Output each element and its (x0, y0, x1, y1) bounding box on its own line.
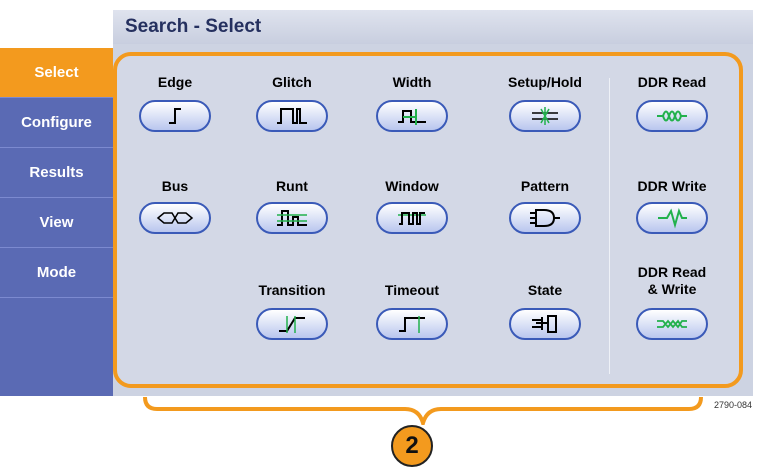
state-button[interactable] (509, 308, 581, 340)
title-bar: Search - Select (113, 10, 753, 45)
window-icon (398, 212, 426, 225)
search-type-ddr-write: DDR Write (617, 178, 727, 248)
search-type-timeout: Timeout (357, 282, 467, 352)
ddr-read-write-icon (657, 319, 687, 329)
search-type-glitch: Glitch (237, 74, 347, 144)
glitch-label: Glitch (272, 74, 312, 90)
sidebar-item-label: Select (34, 64, 79, 81)
ddr-read-icon (657, 110, 687, 122)
sidebar-item-label: View (39, 214, 74, 231)
column-divider (609, 78, 610, 374)
ddr-write-icon (658, 208, 687, 229)
edge-label: Edge (157, 74, 193, 90)
search-type-ddr-read-write: DDR Read & Write (617, 264, 727, 340)
search-type-window: Window (357, 178, 467, 248)
search-type-group: Edge Glitch Width Setup/Hold DDR Read Bu… (113, 52, 743, 388)
callout-number: 2 (391, 425, 433, 467)
sidebar-item-results[interactable]: Results (0, 148, 113, 198)
bus-label: Bus (161, 178, 189, 194)
runt-label: Runt (276, 178, 308, 194)
search-type-transition: Transition (237, 282, 347, 352)
sidebar-item-label: Mode (36, 264, 77, 281)
state-icon (532, 315, 557, 333)
pattern-button[interactable] (509, 202, 581, 234)
timeout-label: Timeout (384, 282, 440, 298)
ddr-write-label: DDR Write (637, 178, 707, 194)
ddr-read-write-button[interactable] (636, 308, 708, 340)
transition-icon (279, 316, 305, 333)
sidebar-item-label: Configure (21, 114, 92, 131)
sidebar-item-mode[interactable]: Mode (0, 248, 113, 298)
bracket-line (143, 396, 703, 425)
search-type-width: Width (357, 74, 467, 144)
window-label: Window (385, 178, 439, 194)
ddr-write-button[interactable] (636, 202, 708, 234)
pattern-icon (530, 209, 560, 227)
edge-icon (169, 108, 181, 124)
ddr-read-button[interactable] (636, 100, 708, 132)
sidebar-item-select[interactable]: Select (0, 48, 113, 98)
search-type-setup-hold: Setup/Hold (490, 74, 600, 144)
width-icon (398, 109, 426, 125)
sidebar-item-view[interactable]: View (0, 198, 113, 248)
glitch-button[interactable] (256, 100, 328, 132)
search-type-bus: Bus (120, 178, 230, 248)
sidebar-item-label: Results (29, 164, 84, 181)
page-title: Search - Select (125, 16, 262, 37)
search-select-panel: Edge Glitch Width Setup/Hold DDR Read Bu… (113, 44, 753, 396)
ddr-read-write-label: DDR Read & Write (637, 264, 707, 297)
figure-id: 2790-084 (713, 400, 752, 410)
setup-hold-icon (532, 107, 558, 125)
glitch-icon (277, 108, 307, 124)
sidebar: Select Configure Results View Mode (0, 48, 113, 396)
setup-hold-button[interactable] (509, 100, 581, 132)
ddr-read-label: DDR Read (637, 74, 707, 90)
search-type-runt: Runt (237, 178, 347, 248)
search-type-state: State (490, 282, 600, 352)
timeout-button[interactable] (376, 308, 448, 340)
search-type-pattern: Pattern (490, 178, 600, 248)
width-label: Width (392, 74, 432, 90)
state-label: State (527, 282, 563, 298)
width-button[interactable] (376, 100, 448, 132)
search-type-edge: Edge (120, 74, 230, 144)
search-type-ddr-read: DDR Read (617, 74, 727, 144)
window-button[interactable] (376, 202, 448, 234)
transition-button[interactable] (256, 308, 328, 340)
runt-button[interactable] (256, 202, 328, 234)
edge-button[interactable] (139, 100, 211, 132)
timeout-icon (399, 316, 425, 333)
bus-button[interactable] (139, 202, 211, 234)
transition-label: Transition (258, 282, 326, 298)
bus-icon (156, 212, 194, 224)
pattern-label: Pattern (520, 178, 570, 194)
sidebar-item-configure[interactable]: Configure (0, 98, 113, 148)
runt-icon (277, 210, 307, 226)
setup-hold-label: Setup/Hold (508, 74, 582, 90)
